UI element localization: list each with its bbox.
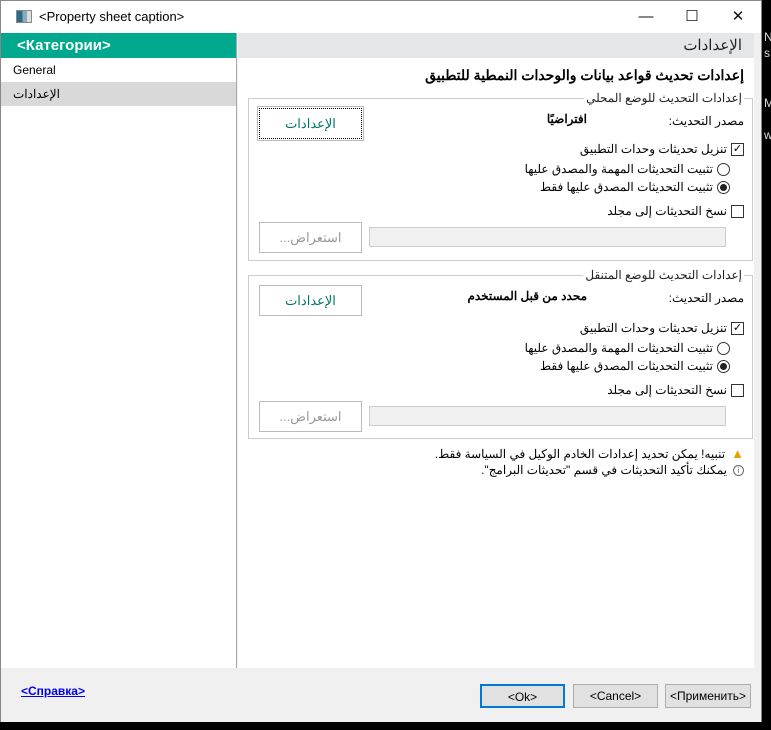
radio-selected-icon (717, 180, 730, 194)
mobile-folder-input[interactable] (369, 406, 726, 426)
mobile-mode-group: إعدادات التحديث للوضع المتنقل الإعدادات … (248, 268, 753, 439)
download-modules-checkbox[interactable]: ✓ تنزيل تحديثات وحدات التطبيق (580, 321, 744, 335)
info-note: i يمكنك تأكيد التحديثات في قسم "تحديثات … (481, 463, 744, 477)
radio-label: تثبيت التحديثات المهمة والمصدق عليها (524, 341, 713, 355)
install-critical-radio[interactable]: تثبيت التحديثات المهمة والمصدق عليها (525, 341, 730, 355)
checkbox-icon (731, 383, 744, 397)
radio-selected-icon (717, 359, 730, 373)
background-text: N (764, 30, 771, 44)
update-source-value: افتراضيًا (546, 112, 587, 126)
update-source-label: مصدر التحديث: (668, 114, 744, 128)
minimize-button[interactable]: — (623, 1, 669, 33)
cancel-button[interactable]: <Cancel> (573, 684, 658, 708)
radio-label: تثبيت التحديثات المصدق عليها فقط (540, 359, 713, 373)
group-label: إعدادات التحديث للوضع المحلي (584, 91, 744, 105)
warning-text: تنبيه! يمكن تحديد إعدادات الخادم الوكيل … (434, 446, 726, 461)
checkbox-icon (731, 204, 744, 218)
mobile-settings-button[interactable]: الإعدادات (259, 285, 362, 316)
local-settings-button[interactable]: الإعدادات (257, 106, 364, 141)
local-mode-group: إعدادات التحديث للوضع المحلي الإعدادات م… (248, 91, 753, 261)
radio-label: تثبيت التحديثات المهمة والمصدق عليها (524, 162, 713, 176)
info-text: يمكنك تأكيد التحديثات في قسم "تحديثات ال… (481, 463, 727, 477)
mobile-browse-button[interactable]: استعراض... (259, 401, 362, 432)
warning-note: ▲ تنبيه! يمكن تحديد إعدادات الخادم الوكي… (435, 446, 744, 461)
group-label: إعدادات التحديث للوضع المتنقل (583, 268, 744, 282)
background-text: s (764, 46, 770, 60)
sidebar-item-settings[interactable]: الإعدادات (1, 82, 236, 106)
checkbox-checked-icon: ✓ (731, 321, 744, 335)
close-button[interactable]: ✕ (715, 1, 761, 33)
sidebar-item-general[interactable]: General (1, 58, 236, 82)
update-source-label: مصدر التحديث: (668, 291, 744, 305)
update-source-value: محدد من قبل المستخدم (467, 289, 587, 303)
property-sheet-window: <Property sheet caption> — ☐ ✕ <Категори… (0, 0, 762, 722)
download-modules-checkbox[interactable]: ✓ تنزيل تحديثات وحدات التطبيق (580, 142, 744, 156)
checkbox-label: نسخ التحديثات إلى مجلد (607, 204, 727, 218)
info-icon: i (733, 464, 744, 476)
maximize-button[interactable]: ☐ (669, 1, 715, 33)
install-critical-radio[interactable]: تثبيت التحديثات المهمة والمصدق عليها (525, 162, 730, 176)
checkbox-label: نسخ التحديثات إلى مجلد (607, 383, 727, 397)
copy-to-folder-checkbox[interactable]: نسخ التحديثات إلى مجلد (607, 383, 744, 397)
category-sidebar: <Категории> General الإعدادات (1, 33, 237, 668)
app-icon (16, 10, 32, 23)
title-bar: <Property sheet caption> — ☐ ✕ (1, 1, 761, 33)
help-link[interactable]: <Справка> (21, 684, 85, 698)
install-approved-radio[interactable]: تثبيت التحديثات المصدق عليها فقط (540, 180, 730, 194)
local-folder-input[interactable] (369, 227, 726, 247)
dialog-footer: <Справка> <Ok> <Cancel> <Применить> (1, 668, 761, 722)
category-header: <Категории> (1, 33, 236, 58)
radio-label: تثبيت التحديثات المصدق عليها فقط (540, 180, 713, 194)
checkbox-checked-icon: ✓ (731, 142, 744, 156)
panel-header: الإعدادات (238, 33, 754, 58)
local-browse-button[interactable]: استعراض... (259, 222, 362, 253)
copy-to-folder-checkbox[interactable]: نسخ التحديثات إلى مجلد (607, 204, 744, 218)
background-text: wi (764, 128, 771, 142)
radio-icon (717, 162, 730, 176)
checkbox-label: تنزيل تحديثات وحدات التطبيق (579, 142, 727, 156)
settings-panel: الإعدادات إعدادات تحديث قواعد بيانات وال… (238, 33, 754, 668)
checkbox-label: تنزيل تحديثات وحدات التطبيق (579, 321, 727, 335)
ok-button[interactable]: <Ok> (480, 684, 565, 708)
window-title: <Property sheet caption> (39, 9, 185, 24)
apply-button[interactable]: <Применить> (665, 684, 751, 708)
install-approved-radio[interactable]: تثبيت التحديثات المصدق عليها فقط (540, 359, 730, 373)
page-title: إعدادات تحديث قواعد بيانات والوحدات النم… (425, 67, 744, 83)
radio-icon (717, 341, 730, 355)
background-text: Ma (764, 96, 771, 110)
warning-icon: ▲ (731, 446, 744, 461)
